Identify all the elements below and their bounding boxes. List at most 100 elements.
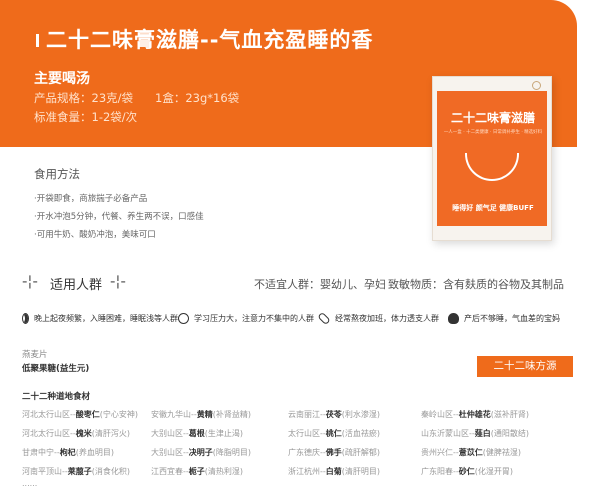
herb-item: 山东沂蒙山区--薤白(通阳散结) (421, 424, 551, 443)
herbs-title: 二十二种道地食材 (22, 392, 91, 402)
audience-item: 经常熬夜加班，体力透支人群 (317, 308, 448, 328)
herb-note: (宁心安神) (99, 410, 139, 419)
herb-item: 大别山区--决明子(降脂明目) (151, 443, 288, 462)
product-spec: 产品规格：23克/袋 1盒：23g*16袋 (34, 90, 261, 106)
usage-list: ·开袋即食，商旅揣子必备产品 ·开水冲泡5分钟，代餐、养生两不误，口感佳 ·可用… (34, 192, 204, 246)
herb-region: 河北太行山区-- (22, 410, 76, 419)
herb-name: 薏苡仁 (458, 448, 483, 457)
audience-text: 产后不够睡，气血差的宝妈 (464, 313, 560, 323)
herbs-more: ...... (22, 479, 38, 488)
herb-region: 大别山区-- (151, 448, 189, 457)
herbs-grid: 河北太行山区--酸枣仁(宁心安神) 安徽九华山--黄精(补肾益精) 云南丽江--茯苓… (22, 405, 582, 481)
herb-note: (化湿开胃) (474, 467, 514, 476)
page-title: 二十二味膏滋膳--气血充盈睡的香 (46, 28, 374, 52)
bowl-icon (465, 153, 519, 181)
herb-item: 江西宜春--栀子(清热利湿) (151, 462, 288, 481)
herb-item: 河北太行山区--酸枣仁(宁心安神) (22, 405, 151, 424)
herb-region: 江西宜春-- (151, 467, 189, 476)
herb-name: 黄精 (196, 410, 213, 419)
package-subtext: 一人一盒 · 十二类健康 · 日常调补养生 · 精选好料 (443, 130, 543, 135)
herb-item: 广东阳春--砂仁(化湿开胃) (421, 462, 551, 481)
herb-item: 太行山区--桃仁(活血祛瘀) (288, 424, 421, 443)
herb-region: 浙江杭州-- (288, 467, 326, 476)
herb-region: 秦岭山区-- (421, 410, 459, 419)
seal-icon (532, 81, 541, 90)
herb-name: 枸杞 (59, 448, 76, 457)
spec-per-box: 1盒：23g*16袋 (155, 91, 240, 105)
package-slogan: 睡得好 颜气足 健康BUFF (452, 204, 534, 212)
audience-text: 经常熬夜加班，体力透支人群 (335, 313, 439, 323)
product-package-image: 二十二味膏滋膳 一人一盒 · 十二类健康 · 日常调补养生 · 精选好料 睡得好… (432, 76, 552, 241)
herb-note: (补肾益精) (212, 410, 252, 419)
audience-text: 晚上起夜频繁，入睡困难，睡眠浅等人群 (34, 313, 178, 323)
herb-name: 决明子 (188, 448, 213, 457)
herb-name: 槐米 (75, 429, 92, 438)
herb-note: (疏肝解郁) (341, 448, 381, 457)
herb-name: 桃仁 (325, 429, 342, 438)
herb-name: 杜仲雄花 (458, 410, 491, 419)
herb-name: 栀子 (188, 467, 205, 476)
product-subtitle: 主要喝汤 (34, 71, 90, 87)
herb-note: (消食化积) (91, 467, 131, 476)
herb-name: 葛根 (188, 429, 205, 438)
spec-per-bag: 产品规格：23克/袋 (34, 91, 134, 105)
decor-cross-left-icon: -¦- (22, 272, 38, 290)
audience-item: 晚上起夜频繁，入睡困难，睡眠浅等人群 (22, 308, 178, 328)
herb-name: 莱菔子 (67, 467, 92, 476)
herb-item: 浙江杭州--白菊(清肝明目) (288, 462, 421, 481)
herb-note: (生津止渴) (204, 429, 244, 438)
origin-button[interactable]: 二十二味方源 (477, 356, 573, 377)
brain-icon (178, 312, 189, 324)
herb-note: (通阳散结) (490, 429, 530, 438)
herb-name: 佛手 (325, 448, 342, 457)
herb-region: 甘肃中宁-- (22, 448, 60, 457)
usage-item: ·开水冲泡5分钟，代餐、养生两不误，口感佳 (34, 212, 204, 222)
herb-region: 广东德庆-- (288, 448, 326, 457)
audience-list: 晚上起夜频繁，入睡困难，睡眠浅等人群 学习压力大，注意力不集中的人群 经常熬夜加… (22, 308, 582, 328)
herb-name: 白菊 (325, 467, 342, 476)
herb-name: 薤白 (474, 429, 491, 438)
herb-region: 太行山区-- (288, 429, 326, 438)
package-front: 二十二味膏滋膳 一人一盒 · 十二类健康 · 日常调补养生 · 精选好料 睡得好… (437, 91, 547, 226)
herb-note: (清肝泻火) (91, 429, 131, 438)
woman-icon (448, 312, 459, 324)
suitable-people-label: 适用人群 (50, 278, 103, 293)
usage-heading: 食用方法 (34, 167, 80, 181)
unsuitable-people: 不适宜人群：婴幼儿、孕妇 (254, 278, 386, 291)
package-title: 二十二味膏滋膳 (450, 111, 535, 125)
herb-region: 云南丽江-- (288, 410, 326, 419)
title-accent-bar (36, 34, 39, 47)
standard-dose: 标准食量：1-2袋/次 (34, 110, 138, 124)
herb-item: 云南丽江--茯苓(利水渗湿) (288, 405, 421, 424)
herb-item: 安徽九华山--黄精(补肾益精) (151, 405, 288, 424)
herb-item: 河南平顶山--莱菔子(消食化积) (22, 462, 151, 481)
herb-note: (滋补肝肾) (490, 410, 530, 419)
audience-item: 产后不够睡，气血差的宝妈 (448, 308, 578, 328)
herb-name: 酸枣仁 (75, 410, 100, 419)
usage-item: ·开袋即食，商旅揣子必备产品 (34, 194, 148, 204)
herb-item: 秦岭山区--杜仲雄花(滋补肝肾) (421, 405, 551, 424)
ingredient-oat: 燕麦片 (22, 350, 48, 360)
herb-name: 茯苓 (325, 410, 342, 419)
herb-region: 河北太行山区-- (22, 429, 76, 438)
herb-item: 广东德庆--佛手(疏肝解郁) (288, 443, 421, 462)
audience-text: 学习压力大，注意力不集中的人群 (194, 313, 314, 323)
pill-icon (317, 311, 331, 325)
decor-cross-right-icon: -¦- (110, 272, 126, 290)
herb-note: (养血明目) (75, 448, 115, 457)
usage-item: ·可用牛奶、酸奶冲泡，美味可口 (34, 230, 156, 240)
herb-region: 广东阳春-- (421, 467, 459, 476)
herb-note: (健脾祛湿) (482, 448, 522, 457)
ingredient-fos: 低聚果糖(益生元) (22, 364, 90, 374)
herb-item: 大别山区--葛根(生津止渴) (151, 424, 288, 443)
herb-region: 大别山区-- (151, 429, 189, 438)
audience-item: 学习压力大，注意力不集中的人群 (178, 308, 318, 328)
suitable-people-row: -¦- 适用人群 -¦- 不适宜人群：婴幼儿、孕妇 致敏物质：含有麸质的谷物及其… (22, 272, 582, 293)
herb-item: 河北太行山区--槐米(清肝泻火) (22, 424, 151, 443)
herb-item: 贵州兴仁--薏苡仁(健脾祛湿) (421, 443, 551, 462)
herb-name: 砂仁 (458, 467, 475, 476)
herb-item: 甘肃中宁--枸杞(养血明目) (22, 443, 151, 462)
herb-note: (清热利湿) (204, 467, 244, 476)
herb-region: 山东沂蒙山区-- (421, 429, 475, 438)
herb-region: 河南平顶山-- (22, 467, 68, 476)
